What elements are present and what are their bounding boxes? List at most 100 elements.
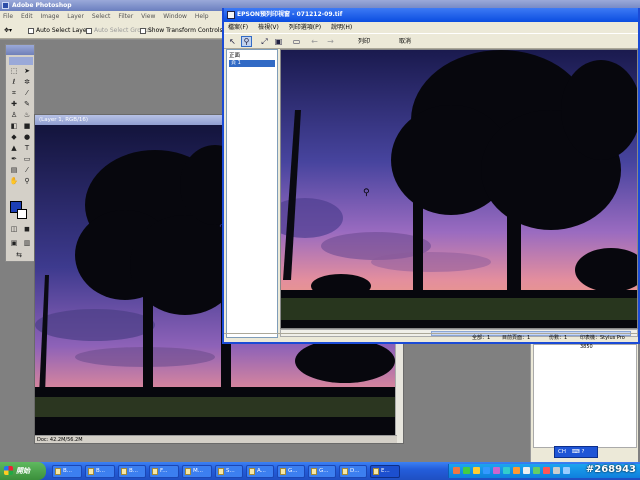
app-icon xyxy=(249,468,255,475)
start-button[interactable]: 開始 xyxy=(0,462,46,480)
tray-icon[interactable] xyxy=(493,467,500,474)
path-selection-tool-icon[interactable]: ▲ xyxy=(9,144,19,153)
menu-select[interactable]: Select xyxy=(92,13,111,20)
taskbar-button[interactable]: B... xyxy=(52,465,82,478)
menu-help[interactable]: Help xyxy=(195,13,209,20)
epson-titlebar[interactable]: EPSON預列印視窗 - 071212-09.tif xyxy=(224,8,638,22)
ime-language-bar[interactable]: CH ⌨ ? xyxy=(554,446,598,458)
menu-edit[interactable]: Edit xyxy=(21,13,33,20)
taskbar-button[interactable]: G... xyxy=(308,465,336,478)
hand-tool-icon[interactable]: ✋ xyxy=(9,177,19,186)
blur-tool-icon[interactable]: ◆ xyxy=(9,133,19,142)
print-preview-area[interactable]: ⚲ xyxy=(280,49,638,329)
brush-tool-icon[interactable]: ✎ xyxy=(22,100,32,109)
taskbar-button[interactable]: S... xyxy=(215,465,243,478)
marquee-tool-icon[interactable]: ⬚ xyxy=(9,67,19,76)
taskbar-button[interactable]: M... xyxy=(182,465,212,478)
taskbar-button-label: F... xyxy=(160,468,168,474)
tray-icon[interactable] xyxy=(503,467,510,474)
taskbar-button-label: B... xyxy=(96,468,106,474)
auto-select-layer-option[interactable]: Auto Select Layer xyxy=(28,23,89,39)
clone-stamp-tool-icon[interactable]: ♙ xyxy=(9,111,19,120)
magic-wand-tool-icon[interactable]: ✲ xyxy=(22,78,32,87)
print-button[interactable]: 列印 xyxy=(358,34,370,50)
menu-image[interactable]: Image xyxy=(41,13,60,20)
auto-select-layer-label: Auto Select Layer xyxy=(36,27,89,34)
taskbar-button-label: A... xyxy=(257,468,266,474)
network-icon[interactable] xyxy=(563,467,570,474)
full-size-icon[interactable]: ▣ xyxy=(273,36,284,47)
menu-filter[interactable]: Filter xyxy=(118,13,133,20)
lasso-tool-icon[interactable]: ℓ xyxy=(9,78,19,87)
taskbar-button[interactable]: B... xyxy=(118,465,146,478)
show-transform-controls-checkbox[interactable] xyxy=(140,27,146,34)
app-icon xyxy=(373,468,379,475)
photoshop-app-icon xyxy=(2,2,9,9)
gradient-tool-icon[interactable]: ■ xyxy=(22,122,32,131)
taskbar-button[interactable]: A... xyxy=(246,465,274,478)
tools-palette-header[interactable] xyxy=(6,45,34,55)
volume-icon[interactable] xyxy=(553,467,560,474)
tray-icon[interactable] xyxy=(453,467,460,474)
tray-icon[interactable] xyxy=(533,467,540,474)
epson-menu-help[interactable]: 說明(H) xyxy=(331,24,352,31)
ime-help-icon[interactable]: ? xyxy=(581,449,584,455)
crop-tool-icon[interactable]: ⌗ xyxy=(9,89,19,98)
menu-view[interactable]: View xyxy=(141,13,155,20)
shape-tool-icon[interactable]: ▭ xyxy=(22,155,32,164)
taskbar-button-label: B... xyxy=(129,468,139,474)
epson-menu-file[interactable]: 檔案(F) xyxy=(228,24,248,31)
tray-icon[interactable] xyxy=(543,467,550,474)
imageready-icon[interactable]: ⇆ xyxy=(14,251,24,260)
menu-window[interactable]: Window xyxy=(163,13,187,20)
quick-mask-icon[interactable]: ◫ xyxy=(9,225,19,234)
history-brush-tool-icon[interactable]: ♨ xyxy=(22,111,32,120)
move-tool-icon[interactable]: ✥▾ xyxy=(4,23,12,39)
dodge-tool-icon[interactable]: ● xyxy=(22,133,32,142)
show-transform-controls-option[interactable]: Show Transform Controls xyxy=(140,23,223,39)
fullscreen-mode-icon[interactable]: ▥ xyxy=(22,239,32,248)
forward-arrow-icon[interactable]: → xyxy=(325,36,336,47)
zoom-tool-icon[interactable]: ⚲ xyxy=(22,177,32,186)
epson-menu-print-options[interactable]: 列印選項(P) xyxy=(289,24,321,31)
taskbar-button[interactable]: G... xyxy=(277,465,305,478)
photoshop-title: Adobe Photoshop xyxy=(12,2,72,9)
tray-icon[interactable] xyxy=(523,467,530,474)
ime-keyboard-icon[interactable]: ⌨ xyxy=(572,449,580,455)
eraser-tool-icon[interactable]: ◧ xyxy=(9,122,19,131)
auto-select-groups-checkbox[interactable] xyxy=(86,27,92,34)
epson-menu-view[interactable]: 檢視(V) xyxy=(258,24,279,31)
move-tool-icon[interactable]: ➤ xyxy=(22,67,32,76)
tray-icon[interactable] xyxy=(473,467,480,474)
pointer-icon[interactable]: ↖ xyxy=(227,36,238,47)
photoshop-logo xyxy=(9,57,33,65)
notes-tool-icon[interactable]: ▤ xyxy=(9,166,19,175)
app-icon xyxy=(152,468,158,475)
taskbar-button[interactable]: B... xyxy=(85,465,115,478)
page-list-item[interactable]: 頁 1 xyxy=(229,60,275,67)
menu-file[interactable]: File xyxy=(3,13,13,20)
taskbar-button[interactable]: D... xyxy=(339,465,367,478)
background-color-swatch[interactable] xyxy=(17,209,27,219)
back-arrow-icon[interactable]: ← xyxy=(309,36,320,47)
standard-mode-icon[interactable]: ◼ xyxy=(22,225,32,234)
healing-brush-tool-icon[interactable]: ✚ xyxy=(9,100,19,109)
slice-tool-icon[interactable]: ⁄ xyxy=(22,89,32,98)
tray-icon[interactable] xyxy=(463,467,470,474)
fit-page-icon[interactable]: ⤢ xyxy=(259,36,270,47)
cancel-button[interactable]: 取消 xyxy=(399,34,411,50)
taskbar-button[interactable]: F... xyxy=(149,465,179,478)
margin-icon[interactable]: ▭ xyxy=(291,36,302,47)
eyedropper-tool-icon[interactable]: ⁄ xyxy=(22,166,32,175)
type-tool-icon[interactable]: T xyxy=(22,144,32,153)
taskbar-button-active[interactable]: E... xyxy=(370,465,400,478)
screen-mode-icon[interactable]: ▣ xyxy=(9,239,19,248)
menu-layer[interactable]: Layer xyxy=(67,13,84,20)
zoom-icon[interactable]: ⚲ xyxy=(241,36,252,47)
tray-icon[interactable] xyxy=(513,467,520,474)
app-icon xyxy=(218,468,224,475)
pen-tool-icon[interactable]: ✒ xyxy=(9,155,19,164)
taskbar-button-label: D... xyxy=(350,468,360,474)
auto-select-layer-checkbox[interactable] xyxy=(28,27,34,34)
tray-icon[interactable] xyxy=(483,467,490,474)
